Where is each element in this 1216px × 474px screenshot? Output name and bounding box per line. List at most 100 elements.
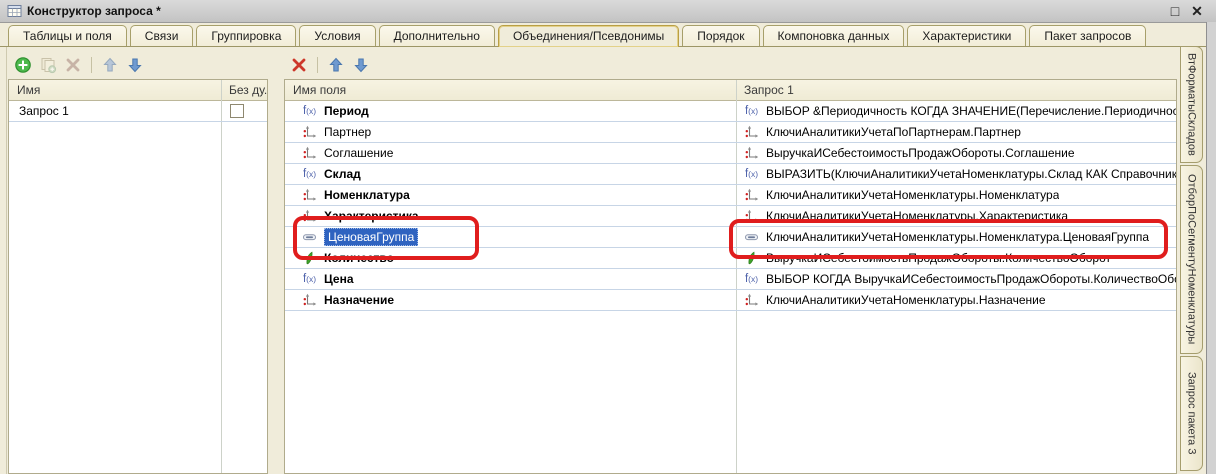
tab-additional[interactable]: Дополнительно — [379, 25, 495, 46]
function-icon: f(x) — [301, 167, 318, 182]
field-expression: ВыручкаИСебестоимостьПродажОбороты.Колич… — [766, 251, 1111, 265]
field-row[interactable]: f(x)Складf(x)ВЫРАЗИТЬ(КлючиАналитикиУчет… — [285, 164, 1176, 185]
field-expression: ВЫБОР КОГДА ВыручкаИСебестоимостьПродажО… — [766, 272, 1176, 286]
column-header-field-name[interactable]: Имя поля — [285, 80, 736, 100]
side-tab-zapros-paketa-3[interactable]: Запрос пакета 3 — [1180, 356, 1203, 471]
equals-icon — [743, 230, 760, 245]
move-field-up-button[interactable] — [325, 54, 347, 76]
field-name-cell: Партнер — [285, 122, 736, 142]
move-up-icon — [101, 56, 119, 74]
side-tab-strip: ВтФорматыСкладовОтборПоСегментуНоменклат… — [1180, 46, 1206, 474]
dimension-icon — [743, 293, 760, 308]
field-expression-cell: f(x) ВЫБОР &Периодичность КОГДА ЗНАЧЕНИЕ(… — [736, 101, 1176, 121]
dimension-icon — [301, 293, 318, 308]
field-expression-cell: ВыручкаИСебестоимостьПродажОбороты.Колич… — [736, 248, 1176, 268]
dimension-icon — [301, 209, 318, 224]
move-query-down-button[interactable] — [124, 54, 146, 76]
fields-table-body: f(x) Период f(x) ВЫБОР &Периодичность КОГДА… — [285, 101, 1176, 311]
field-expression-cell: f(x)ВЫРАЗИТЬ(КлючиАналитикиУчетаНоменкла… — [736, 164, 1176, 184]
distinct-checkbox[interactable] — [230, 104, 244, 118]
move-up-icon — [327, 56, 345, 74]
field-expression-cell: КлючиАналитикиУчетаПоПартнерам.Партнер — [736, 122, 1176, 142]
field-name: Партнер — [324, 125, 371, 139]
field-row[interactable]: Назначение КлючиАналитикиУчетаНоменклатур… — [285, 290, 1176, 311]
content-left-border — [6, 47, 7, 474]
field-expression: ВыручкаИСебестоимостьПродажОбороты.Согла… — [766, 146, 1075, 160]
field-name-cell: Назначение — [285, 290, 736, 310]
field-row[interactable]: Соглашение ВыручкаИСебестоимостьПродажОбо… — [285, 143, 1176, 164]
close-button[interactable]: ✕ — [1186, 1, 1208, 21]
field-expression-cell: f(x) ВЫБОР КОГДА ВыручкаИСебестоимостьПро… — [736, 269, 1176, 289]
field-expression: КлючиАналитикиУчетаНоменклатуры.Номенкла… — [766, 188, 1059, 202]
dimension-icon — [743, 146, 760, 161]
add-copy-icon — [39, 56, 57, 74]
field-expression: ВЫБОР &Периодичность КОГДА ЗНАЧЕНИЕ(Пере… — [766, 104, 1176, 118]
field-expression-cell: КлючиАналитикиУчетаНоменклатуры.Номенкла… — [736, 185, 1176, 205]
field-row[interactable]: Партнер КлючиАналитикиУчетаПоПартнерам.Па… — [285, 122, 1176, 143]
toolbar-separator — [317, 57, 318, 73]
query-builder-window: Конструктор запроса * □ ✕ Таблицы и поля… — [0, 0, 1216, 474]
field-name: Количество — [324, 251, 394, 265]
tab-data-composition[interactable]: Компоновка данных — [763, 25, 905, 46]
function-icon: f(x) — [301, 104, 318, 119]
field-row[interactable]: f(x) Цена f(x) ВЫБОР КОГДА ВыручкаИСебестои… — [285, 269, 1176, 290]
field-name-cell: ЦеноваяГруппа — [285, 227, 736, 247]
window-icon — [7, 4, 22, 18]
queries-column-divider — [221, 80, 222, 473]
add-query-button[interactable] — [12, 54, 34, 76]
tab-conditions[interactable]: Условия — [299, 25, 375, 46]
move-field-down-button[interactable] — [350, 54, 372, 76]
tab-grouping[interactable]: Группировка — [196, 25, 296, 46]
tab-tables-fields[interactable]: Таблицы и поля — [8, 25, 127, 46]
column-header-distinct[interactable]: Без ду... — [221, 80, 267, 100]
field-name: Период — [324, 104, 369, 118]
column-header-query1[interactable]: Запрос 1 — [736, 80, 1176, 100]
dimension-icon — [743, 209, 760, 224]
field-expression: КлючиАналитикиУчетаНоменклатуры.Номенкла… — [766, 230, 1149, 244]
field-name: Номенклатура — [324, 188, 410, 202]
field-name-cell: Соглашение — [285, 143, 736, 163]
tab-order[interactable]: Порядок — [682, 25, 759, 46]
queries-toolbar — [12, 53, 146, 77]
toolbar-separator — [91, 57, 92, 73]
query-row[interactable]: Запрос 1 — [9, 101, 267, 122]
tab-characteristics[interactable]: Характеристики — [907, 25, 1026, 46]
field-name-cell: Количество — [285, 248, 736, 268]
side-tab-otbor-po-segmentu-nomenklatury[interactable]: ОтборПоСегментуНоменклатуры — [1180, 165, 1203, 354]
field-row[interactable]: Номенклатура КлючиАналитикиУчетаНоменклат… — [285, 185, 1176, 206]
field-expression: КлючиАналитикиУчетаНоменклатуры.Характер… — [766, 209, 1068, 223]
field-expression-cell: КлючиАналитикиУчетаНоменклатуры.Характер… — [736, 206, 1176, 226]
field-row[interactable]: ЦеноваяГруппа КлючиАналитикиУчетаНоменкла… — [285, 227, 1176, 248]
field-expression: КлючиАналитикиУчетаПоПартнерам.Партнер — [766, 125, 1021, 139]
column-header-name[interactable]: Имя — [9, 80, 221, 100]
function-icon: f(x) — [743, 272, 760, 287]
field-name: Назначение — [324, 293, 394, 307]
field-row[interactable]: f(x) Период f(x) ВЫБОР &Периодичность КОГДА… — [285, 101, 1176, 122]
field-name-cell: f(x) Период — [285, 101, 736, 121]
move-query-up-button — [99, 54, 121, 76]
distinct-cell — [221, 104, 267, 118]
titlebar[interactable]: Конструктор запроса * □ ✕ — [0, 0, 1216, 23]
add-icon — [14, 56, 32, 74]
tab-query-batch[interactable]: Пакет запросов — [1029, 25, 1146, 46]
side-tab-vt-formaty-skladov[interactable]: ВтФорматыСкладов — [1180, 46, 1203, 163]
maximize-button[interactable]: □ — [1164, 1, 1186, 21]
field-expression: ВЫРАЗИТЬ(КлючиАналитикиУчетаНоменклатуры… — [766, 167, 1176, 181]
delete-icon — [290, 56, 308, 74]
resource-icon — [301, 251, 318, 266]
move-down-icon — [352, 56, 370, 74]
move-down-icon — [126, 56, 144, 74]
delete-field-button[interactable] — [288, 54, 310, 76]
field-row[interactable]: Количество ВыручкаИСебестоимостьПродажОбо… — [285, 248, 1176, 269]
tab-unions-aliases[interactable]: Объединения/Псевдонимы — [498, 25, 679, 47]
resource-icon — [743, 251, 760, 266]
field-name: Цена — [324, 272, 354, 286]
function-icon: f(x) — [743, 104, 760, 119]
queries-table-header: Имя Без ду... — [9, 80, 267, 101]
field-expression-cell: КлючиАналитикиУчетаНоменклатуры.Назначен… — [736, 290, 1176, 310]
tab-relations[interactable]: Связи — [130, 25, 194, 46]
field-name: Характеристика — [324, 209, 419, 223]
function-icon: f(x) — [301, 272, 318, 287]
delete-icon — [64, 56, 82, 74]
field-row[interactable]: Характеристика КлючиАналитикиУчетаНоменкл… — [285, 206, 1176, 227]
